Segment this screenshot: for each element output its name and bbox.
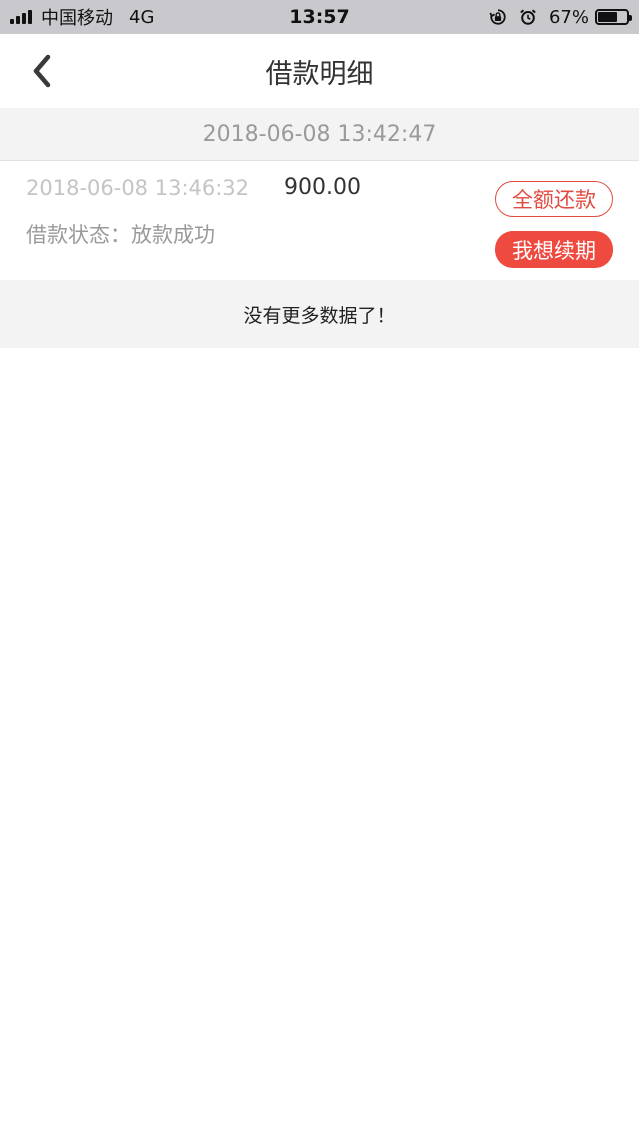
status-bar: 中国移动 4G 13:57 67% <box>0 0 639 34</box>
network-type: 4G <box>129 6 155 28</box>
nav-bar: 借款明细 <box>0 34 639 108</box>
loan-record: 2018-06-08 13:46:32 900.00 借款状态：放款成功 全额还… <box>0 161 639 280</box>
no-more-text: 没有更多数据了！ <box>243 304 396 327</box>
record-status: 借款状态：放款成功 <box>26 219 215 249</box>
rotation-lock-icon <box>489 9 506 25</box>
signal-icon <box>10 10 34 24</box>
date-section-header: 2018-06-08 13:42:47 <box>0 108 639 161</box>
page-title: 借款明细 <box>265 58 374 90</box>
battery-percent: 67% <box>548 6 589 28</box>
status-bar-right: 67% <box>489 7 639 28</box>
date-section-text: 2018-06-08 13:42:47 <box>202 121 437 147</box>
alarm-icon <box>520 9 536 25</box>
no-more-data: 没有更多数据了！ <box>0 280 639 348</box>
battery-cap <box>629 15 632 21</box>
page: 中国移动 4G 13:57 67% 借款明细 2018-06-08 13:42:… <box>0 0 639 1136</box>
back-button[interactable] <box>22 50 62 92</box>
record-amount: 900.00 <box>284 175 361 200</box>
carrier-name: 中国移动 <box>41 8 113 29</box>
chevron-left-icon <box>33 54 51 88</box>
battery-fill <box>598 12 617 22</box>
status-bar-left: 中国移动 4G <box>0 4 154 30</box>
battery-icon <box>595 9 632 25</box>
full-repay-button[interactable]: 全额还款 <box>495 181 613 217</box>
renew-button[interactable]: 我想续期 <box>495 231 613 268</box>
status-value: 放款成功 <box>131 223 215 247</box>
status-label: 借款状态： <box>26 223 131 247</box>
record-time: 2018-06-08 13:46:32 <box>26 176 250 200</box>
